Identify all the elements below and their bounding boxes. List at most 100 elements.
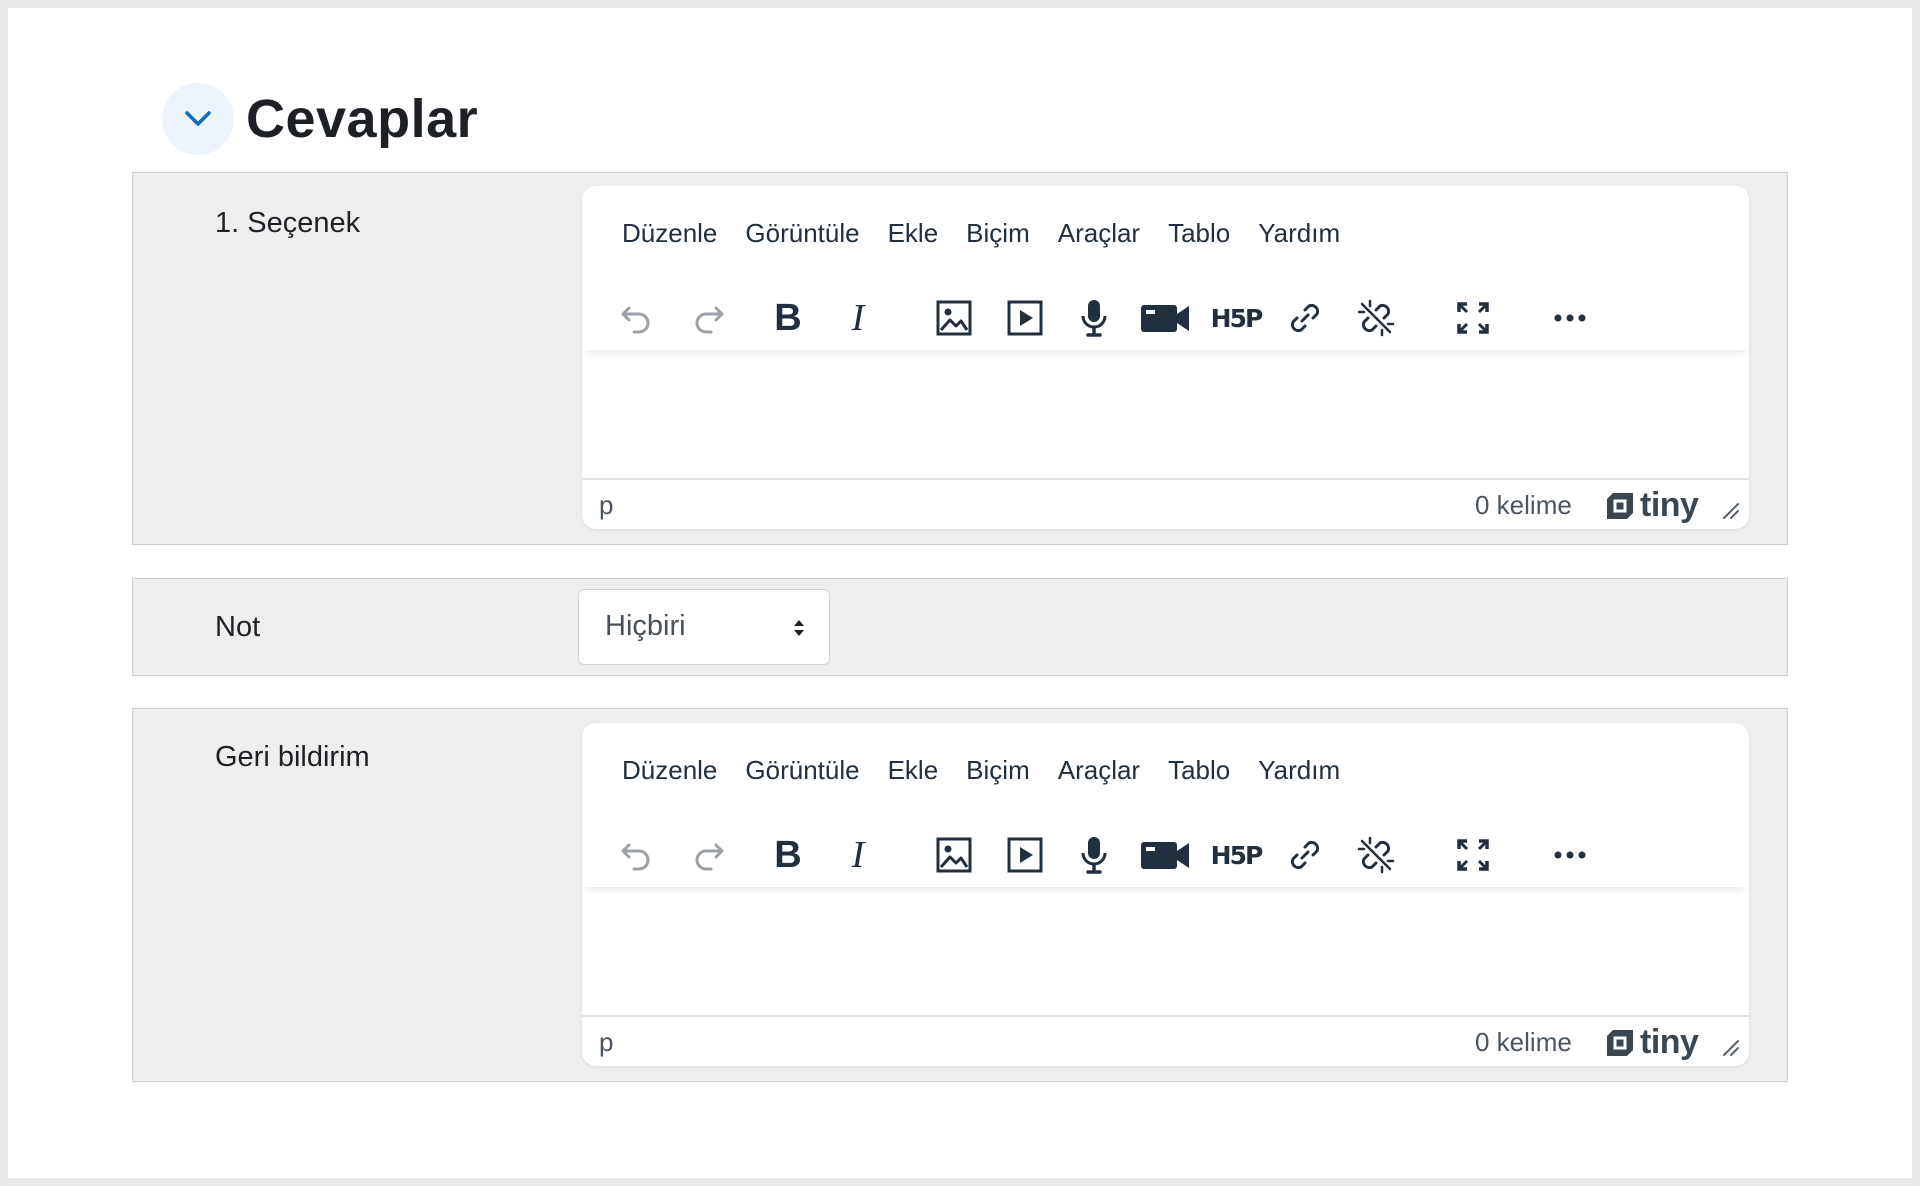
menu-edit[interactable]: Düzenle [608, 212, 731, 255]
menu-table[interactable]: Tablo [1154, 749, 1244, 792]
italic-icon: I [851, 834, 865, 876]
italic-button[interactable]: I [829, 286, 887, 350]
grade-row: Not Hiçbiri [132, 578, 1788, 676]
menu-view[interactable]: Görüntüle [731, 749, 873, 792]
section-title: Cevaplar [246, 89, 479, 149]
unlink-icon [1357, 836, 1395, 874]
feedback-row: Geri bildirim Düzenle Görüntüle Ekle Biç… [132, 708, 1788, 1082]
record-audio-button[interactable] [1065, 823, 1123, 887]
h5p-icon: H5P [1210, 840, 1264, 870]
resize-icon [1723, 1040, 1739, 1056]
page: Cevaplar 1. Seçenek Düzenle Görüntüle Ek… [8, 8, 1912, 1178]
undo-icon [621, 306, 650, 334]
media-button[interactable] [996, 823, 1054, 887]
h5p-icon: H5P [1210, 303, 1264, 333]
tiny-brand[interactable]: tiny [1604, 1023, 1699, 1062]
editor-toolbar: B I H5P [582, 823, 1749, 887]
menu-help[interactable]: Yardım [1244, 749, 1354, 792]
editor-menubar: Düzenle Görüntüle Ekle Biçim Araçlar Tab… [608, 212, 1354, 255]
microphone-icon [1081, 837, 1107, 874]
tiny-logo-icon [1607, 1029, 1633, 1056]
image-button[interactable] [925, 823, 983, 887]
unlink-icon [1357, 299, 1395, 337]
more-icon [1554, 851, 1586, 859]
option-label: 1. Seçenek [215, 207, 361, 239]
tiny-logo-icon [1607, 492, 1633, 519]
microphone-icon [1081, 300, 1107, 337]
editor-content-area[interactable] [582, 899, 1749, 1015]
bold-button[interactable]: B [759, 823, 817, 887]
link-button[interactable] [1276, 286, 1334, 350]
resize-icon [1723, 503, 1739, 519]
editor-toolbar: B I H5P [582, 286, 1749, 350]
chevron-down-icon [185, 111, 211, 126]
grade-select-value: Hiçbiri [605, 610, 686, 642]
undo-button[interactable] [607, 823, 665, 887]
resize-handle[interactable] [1720, 1037, 1740, 1062]
undo-icon [621, 843, 650, 871]
editor-content-area[interactable] [582, 362, 1749, 478]
more-button[interactable] [1541, 823, 1599, 887]
tiny-brand[interactable]: tiny [1604, 486, 1699, 525]
unlink-button[interactable] [1347, 823, 1405, 887]
menu-format[interactable]: Biçim [952, 212, 1044, 255]
link-icon [1290, 840, 1320, 870]
more-button[interactable] [1541, 286, 1599, 350]
feedback-label: Geri bildirim [215, 741, 370, 773]
link-icon [1290, 303, 1320, 333]
grade-select[interactable]: Hiçbiri [578, 589, 830, 665]
video-camera-icon [1141, 842, 1189, 869]
option-editor: Düzenle Görüntüle Ekle Biçim Araçlar Tab… [582, 186, 1749, 529]
bold-button[interactable]: B [759, 286, 817, 350]
image-icon [936, 837, 972, 873]
h5p-button[interactable]: H5P [1207, 286, 1265, 350]
redo-icon [695, 843, 724, 871]
resize-handle[interactable] [1720, 500, 1740, 525]
italic-button[interactable]: I [829, 823, 887, 887]
media-icon [1007, 837, 1043, 873]
menu-insert[interactable]: Ekle [874, 212, 953, 255]
bold-icon: B [774, 296, 802, 339]
bold-icon: B [774, 833, 802, 876]
menu-view[interactable]: Görüntüle [731, 212, 873, 255]
more-icon [1554, 314, 1586, 322]
unlink-button[interactable] [1347, 286, 1405, 350]
menu-format[interactable]: Biçim [952, 749, 1044, 792]
menu-edit[interactable]: Düzenle [608, 749, 731, 792]
grade-label: Not [215, 611, 261, 643]
menu-table[interactable]: Tablo [1154, 212, 1244, 255]
fullscreen-button[interactable] [1444, 286, 1502, 350]
editor-statusbar: p 0 kelime tiny [582, 478, 1749, 529]
fullscreen-icon [1457, 302, 1489, 334]
video-camera-icon [1141, 305, 1189, 332]
undo-button[interactable] [607, 286, 665, 350]
menu-insert[interactable]: Ekle [874, 749, 953, 792]
link-button[interactable] [1276, 823, 1334, 887]
menu-tools[interactable]: Araçlar [1044, 212, 1154, 255]
redo-button[interactable] [680, 286, 738, 350]
redo-icon [695, 306, 724, 334]
h5p-button[interactable]: H5P [1207, 823, 1265, 887]
menu-help[interactable]: Yardım [1244, 212, 1354, 255]
record-audio-button[interactable] [1065, 286, 1123, 350]
option-row: 1. Seçenek Düzenle Görüntüle Ekle Biçim … [132, 172, 1788, 545]
media-button[interactable] [996, 286, 1054, 350]
editor-statusbar: p 0 kelime tiny [582, 1015, 1749, 1066]
collapse-button[interactable] [162, 83, 234, 155]
editor-menubar: Düzenle Görüntüle Ekle Biçim Araçlar Tab… [608, 749, 1354, 792]
redo-button[interactable] [680, 823, 738, 887]
select-arrows-icon [794, 620, 804, 636]
image-button[interactable] [925, 286, 983, 350]
word-count[interactable]: 0 kelime [1475, 490, 1572, 521]
record-video-button[interactable] [1136, 286, 1194, 350]
media-icon [1007, 300, 1043, 336]
element-path[interactable]: p [599, 490, 613, 521]
word-count[interactable]: 0 kelime [1475, 1027, 1572, 1058]
element-path[interactable]: p [599, 1027, 613, 1058]
section-header: Cevaplar [162, 83, 478, 155]
feedback-editor: Düzenle Görüntüle Ekle Biçim Araçlar Tab… [582, 723, 1749, 1066]
fullscreen-button[interactable] [1444, 823, 1502, 887]
record-video-button[interactable] [1136, 823, 1194, 887]
fullscreen-icon [1457, 839, 1489, 871]
menu-tools[interactable]: Araçlar [1044, 749, 1154, 792]
